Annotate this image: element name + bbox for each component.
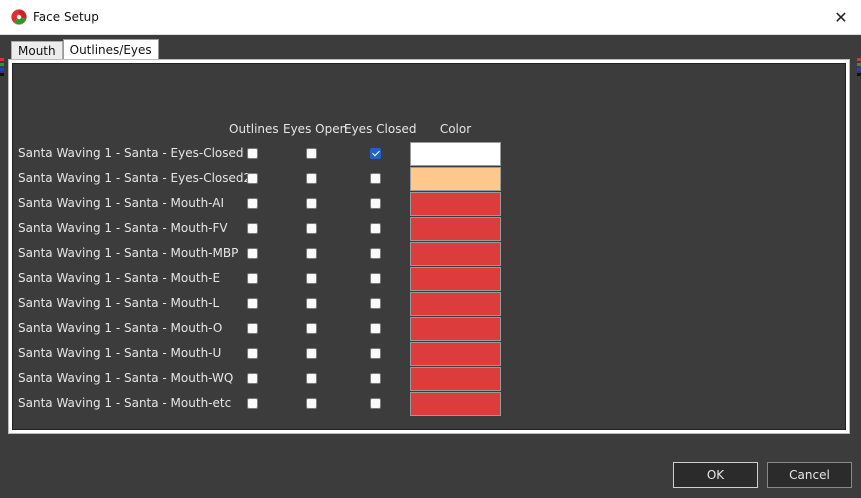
color-swatch[interactable]	[410, 267, 501, 291]
outlines-checkbox[interactable]	[247, 373, 258, 384]
outlines-checkbox[interactable]	[247, 273, 258, 284]
eyes-open-checkbox[interactable]	[306, 348, 317, 359]
eyes-open-checkbox[interactable]	[306, 248, 317, 259]
row-label: Santa Waving 1 - Santa - Mouth-FV	[18, 221, 228, 235]
row-label: Santa Waving 1 - Santa - Mouth-E	[18, 271, 221, 285]
eyes-closed-checkbox[interactable]	[370, 398, 381, 409]
eyes-closed-checkbox[interactable]	[370, 348, 381, 359]
close-icon: ✕	[834, 7, 848, 27]
eyes-closed-checkbox[interactable]	[370, 273, 381, 284]
color-swatch[interactable]	[410, 392, 501, 416]
eyes-closed-checkbox[interactable]	[370, 148, 381, 159]
eyes-closed-checkbox[interactable]	[370, 373, 381, 384]
outlines-checkbox[interactable]	[247, 323, 258, 334]
eyes-open-checkbox[interactable]	[306, 173, 317, 184]
eyes-open-checkbox[interactable]	[306, 323, 317, 334]
eyes-closed-checkbox[interactable]	[370, 298, 381, 309]
row-label: Santa Waving 1 - Santa - Mouth-WQ	[18, 371, 234, 385]
color-swatch[interactable]	[410, 242, 501, 266]
row-label: Santa Waving 1 - Santa - Mouth-U	[18, 346, 222, 360]
eyes-open-checkbox[interactable]	[306, 198, 317, 209]
window-title: Face Setup	[33, 10, 99, 24]
outlines-checkbox[interactable]	[247, 223, 258, 234]
face-grid: Outlines Eyes Open Eyes Closed Color San…	[12, 63, 846, 430]
tab-panel: Outlines Eyes Open Eyes Closed Color San…	[8, 59, 850, 434]
color-swatch[interactable]	[410, 367, 501, 391]
outlines-checkbox[interactable]	[247, 348, 258, 359]
row-label: Santa Waving 1 - Santa - Mouth-L	[18, 296, 220, 310]
outlines-checkbox[interactable]	[247, 398, 258, 409]
eyes-open-checkbox[interactable]	[306, 298, 317, 309]
eyes-closed-checkbox[interactable]	[370, 248, 381, 259]
app-icon	[11, 9, 27, 25]
row-label: Santa Waving 1 - Santa - Mouth-MBP	[18, 246, 239, 260]
color-swatch[interactable]	[410, 192, 501, 216]
cancel-button[interactable]: Cancel	[767, 462, 852, 488]
eyes-closed-checkbox[interactable]	[370, 223, 381, 234]
eyes-open-checkbox[interactable]	[306, 148, 317, 159]
color-swatch[interactable]	[410, 342, 501, 366]
row-label: Santa Waving 1 - Santa - Eyes-Closed	[18, 146, 244, 160]
edge-marker-right	[857, 58, 861, 80]
eyes-open-checkbox[interactable]	[306, 223, 317, 234]
column-header-color: Color	[439, 122, 472, 136]
color-swatch[interactable]	[410, 142, 501, 166]
eyes-closed-checkbox[interactable]	[370, 173, 381, 184]
row-label: Santa Waving 1 - Santa - Eyes-Closed2	[18, 171, 252, 185]
color-swatch[interactable]	[410, 217, 501, 241]
tab-mouth[interactable]: Mouth	[11, 41, 63, 60]
outlines-checkbox[interactable]	[247, 248, 258, 259]
eyes-open-checkbox[interactable]	[306, 273, 317, 284]
eyes-open-checkbox[interactable]	[306, 398, 317, 409]
eyes-closed-checkbox[interactable]	[370, 323, 381, 334]
eyes-open-checkbox[interactable]	[306, 373, 317, 384]
column-header-eyes-closed: Eyes Closed	[344, 122, 417, 136]
title-bar: Face Setup ✕	[0, 0, 861, 35]
edge-marker-left	[0, 58, 4, 80]
row-label: Santa Waving 1 - Santa - Mouth-O	[18, 321, 223, 335]
column-header-eyes-open: Eyes Open	[283, 122, 348, 136]
tab-outlines-eyes[interactable]: Outlines/Eyes	[62, 39, 159, 60]
outlines-checkbox[interactable]	[247, 173, 258, 184]
outlines-checkbox[interactable]	[247, 298, 258, 309]
row-label: Santa Waving 1 - Santa - Mouth-etc	[18, 396, 232, 410]
eyes-closed-checkbox[interactable]	[370, 198, 381, 209]
close-button[interactable]: ✕	[831, 7, 851, 27]
outlines-checkbox[interactable]	[247, 148, 258, 159]
column-header-outlines: Outlines	[229, 122, 279, 136]
color-swatch[interactable]	[410, 317, 501, 341]
row-label: Santa Waving 1 - Santa - Mouth-AI	[18, 196, 224, 210]
color-swatch[interactable]	[410, 292, 501, 316]
ok-button[interactable]: OK	[673, 462, 758, 488]
tab-bar: Mouth Outlines/Eyes	[11, 39, 159, 60]
color-swatch[interactable]	[410, 167, 501, 191]
outlines-checkbox[interactable]	[247, 198, 258, 209]
